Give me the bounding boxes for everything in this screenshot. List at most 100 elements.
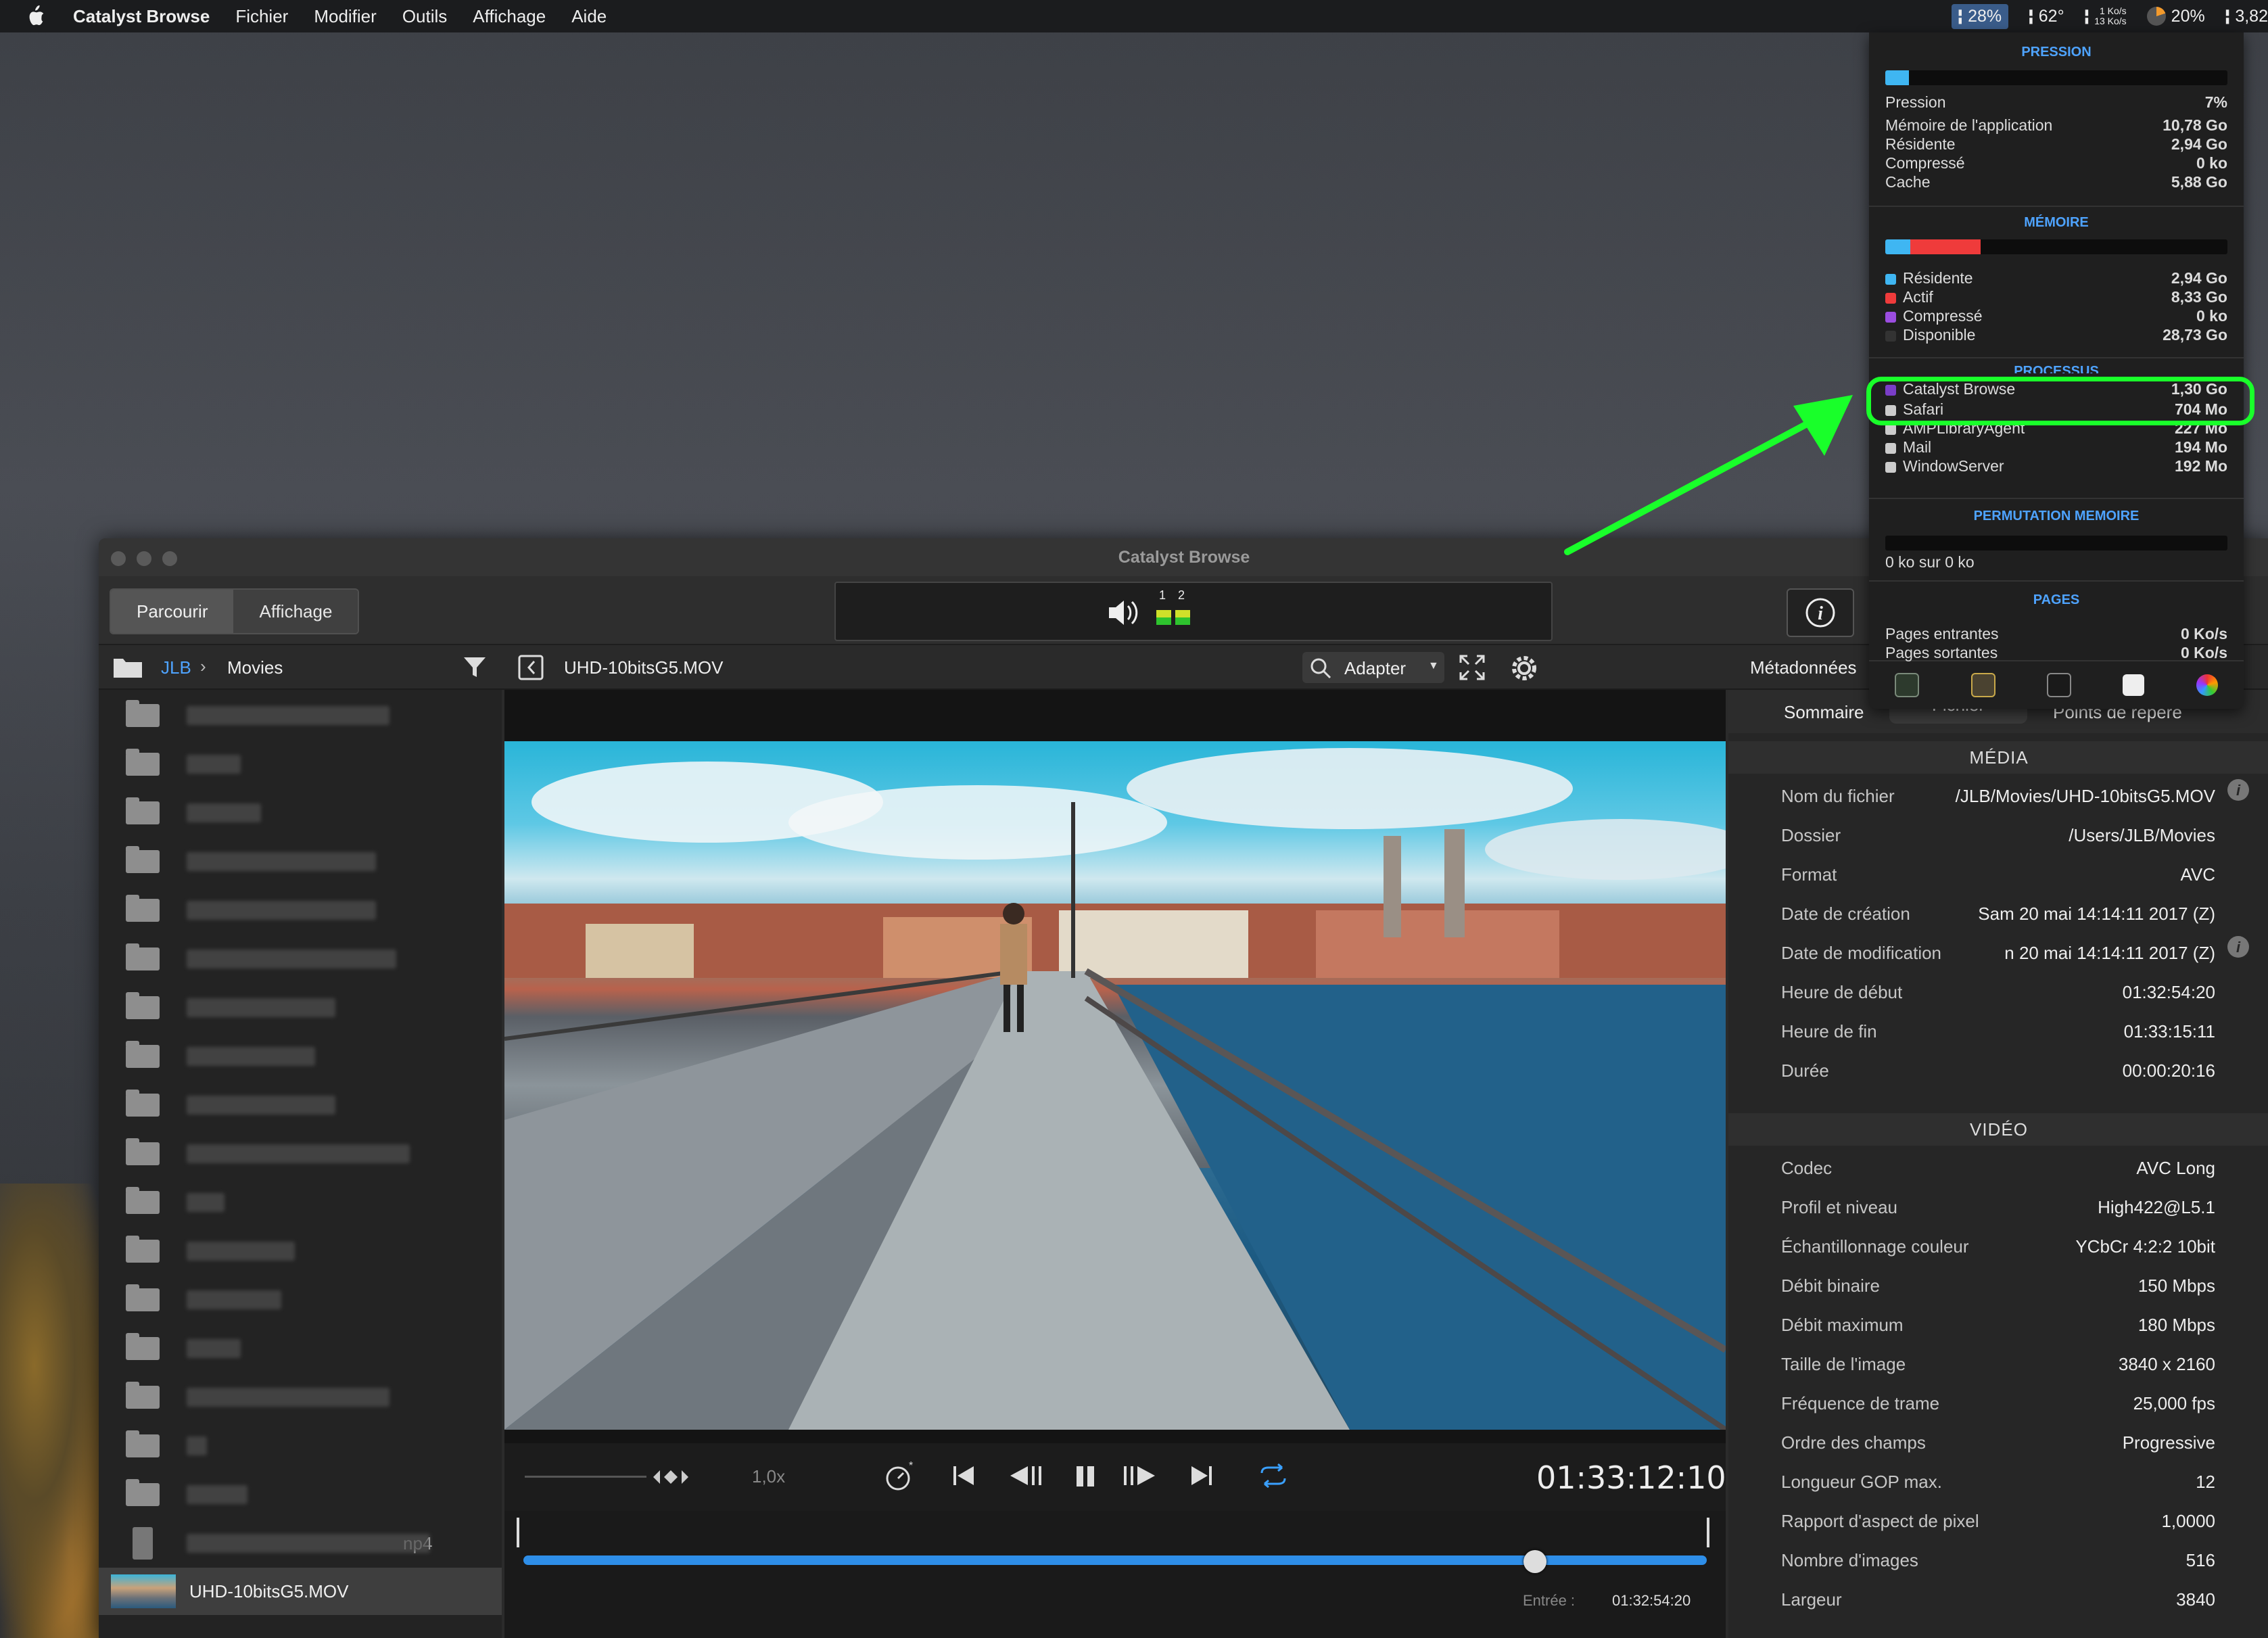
meta-value: 150 Mbps	[2137, 1276, 2215, 1296]
menu-modifier[interactable]: Modifier	[314, 6, 376, 27]
meta-value: Sam 20 mai 14:14:11 2017 (Z)	[1978, 904, 2215, 924]
menu-app-name[interactable]: Catalyst Browse	[73, 6, 210, 27]
network-status[interactable]: ▮ ▮ 1 Ko/s 13 Ko/s	[2085, 6, 2127, 26]
mode-segmented-control: Parcourir Affichage	[110, 588, 360, 634]
step-forward-icon[interactable]	[1120, 1462, 1160, 1489]
swap-bar	[1885, 536, 2227, 551]
meta-key: Rapport d'aspect de pixel	[1781, 1511, 1979, 1531]
shuttle-handle-icon[interactable]	[651, 1464, 691, 1491]
activity-monitor-icon[interactable]	[1895, 673, 1920, 697]
close-window-button[interactable]	[111, 551, 126, 566]
battery-pie-icon	[2146, 7, 2166, 26]
meta-key: Largeur	[1781, 1589, 1842, 1610]
skip-to-start-icon[interactable]	[951, 1462, 978, 1489]
memory-row-key: Disponible	[1903, 326, 1976, 344]
cpu-value: 28%	[1968, 6, 2002, 26]
svg-text:i: i	[1818, 603, 1823, 624]
list-item[interactable]	[126, 1476, 247, 1514]
list-item[interactable]	[126, 1184, 225, 1221]
pause-icon[interactable]	[1072, 1462, 1100, 1489]
selected-file-row[interactable]: UHD-10bitsG5.MOV	[99, 1568, 502, 1615]
system-info-icon[interactable]	[2123, 674, 2145, 696]
list-item[interactable]	[126, 1281, 281, 1319]
section-media: MÉDIA	[1728, 741, 2268, 774]
list-item[interactable]	[126, 697, 389, 734]
zoom-select[interactable]: Adapter ▼	[1302, 652, 1444, 683]
timer-icon[interactable]: *	[883, 1459, 917, 1493]
filter-icon[interactable]	[463, 655, 487, 679]
list-item[interactable]	[126, 891, 376, 929]
folder-icon	[126, 1187, 160, 1214]
tab-parcourir[interactable]: Parcourir	[111, 590, 234, 633]
blurred-filename	[187, 1047, 315, 1066]
list-item[interactable]	[126, 1330, 241, 1367]
folder-icon	[126, 1041, 160, 1068]
step-back-icon[interactable]	[1005, 1462, 1045, 1489]
blurred-filename	[187, 998, 335, 1017]
divider	[1869, 357, 2244, 358]
menu-affichage[interactable]: Affichage	[473, 6, 546, 27]
loop-icon[interactable]	[1258, 1462, 1289, 1489]
list-item[interactable]	[126, 1086, 335, 1124]
menu-outils[interactable]: Outils	[402, 6, 447, 27]
video-player: 1,0x * 01:33:12:10 Entrée: 01:32:54:20	[504, 690, 1726, 1638]
temp-status[interactable]: ▮ ▮ 62°	[2029, 7, 2064, 26]
list-item[interactable]	[126, 794, 261, 832]
playhead-knob[interactable]	[1523, 1550, 1547, 1573]
temp-value: 62°	[2038, 6, 2064, 26]
video-row: Fréquence de trame 25,000 fps	[1728, 1382, 2268, 1424]
memory-row-label: Résidente	[1885, 269, 1973, 289]
pressure-row-label: Pression	[1885, 93, 1945, 114]
list-item[interactable]	[126, 1037, 315, 1075]
list-item[interactable]	[126, 843, 376, 881]
tab-affichage[interactable]: Affichage	[233, 590, 358, 633]
skip-to-end-icon[interactable]	[1187, 1462, 1214, 1489]
meta-key: Longueur GOP max.	[1781, 1472, 1942, 1492]
video-frame[interactable]	[504, 741, 1726, 1430]
tab-sommaire[interactable]: Sommaire	[1784, 702, 1864, 723]
player-filename: UHD-10bitsG5.MOV	[564, 657, 724, 678]
desktop-foliage	[0, 1184, 115, 1638]
meta-value: 3840	[2176, 1589, 2215, 1610]
cpu-status[interactable]: ▮ ▮ 28%	[1951, 3, 2009, 29]
processes-title: PROCESSUS	[2014, 364, 2099, 373]
terminal-icon[interactable]	[2046, 673, 2071, 697]
menu-aide[interactable]: Aide	[571, 6, 607, 27]
meta-key: Profil et niveau	[1781, 1197, 1897, 1217]
list-item[interactable]: np4	[126, 1524, 432, 1562]
list-item[interactable]	[126, 1135, 410, 1173]
minimize-window-button[interactable]	[137, 551, 151, 566]
list-item[interactable]	[126, 1378, 389, 1416]
sidebar-toggle-icon[interactable]	[518, 655, 545, 680]
info-button[interactable]: i	[1787, 588, 1854, 637]
out-marker[interactable]	[1707, 1518, 1709, 1547]
list-item[interactable]	[126, 989, 335, 1027]
list-item[interactable]	[126, 1232, 295, 1270]
speaker-icon[interactable]	[1106, 598, 1144, 628]
menu-fichier[interactable]: Fichier	[235, 6, 288, 27]
list-item[interactable]	[126, 1427, 207, 1465]
gear-icon[interactable]	[1508, 652, 1540, 684]
breadcrumb-root[interactable]: JLB	[161, 657, 191, 678]
in-marker[interactable]	[517, 1518, 519, 1547]
network-values: 1 Ko/s 13 Ko/s	[2094, 6, 2126, 26]
channel-meter-1	[1156, 610, 1171, 625]
meta-key: Heure de début	[1781, 982, 1903, 1002]
channel-meter-2	[1175, 610, 1190, 625]
console-icon[interactable]	[1970, 673, 1995, 697]
color-wheel-icon[interactable]	[2196, 674, 2218, 696]
memory-row-value: 0 ko	[2196, 307, 2227, 325]
blurred-filename	[187, 1290, 281, 1309]
fullscreen-icon[interactable]	[1458, 653, 1486, 682]
list-item[interactable]	[126, 940, 396, 978]
extra-status[interactable]: ▮ ▮ 3,82	[2225, 7, 2268, 26]
pressure-row-key: Mémoire de l'application	[1885, 116, 2053, 134]
list-item[interactable]	[126, 745, 241, 783]
meta-value: AVC Long	[2136, 1158, 2215, 1178]
breadcrumb-current[interactable]: Movies	[227, 657, 283, 678]
video-row: Taille de l'image 3840 x 2160	[1728, 1343, 2268, 1385]
battery-status[interactable]: 20%	[2146, 7, 2205, 26]
zoom-window-button[interactable]	[162, 551, 177, 566]
video-row: Codec AVC Long	[1728, 1147, 2268, 1189]
apple-icon[interactable]	[26, 5, 46, 27]
